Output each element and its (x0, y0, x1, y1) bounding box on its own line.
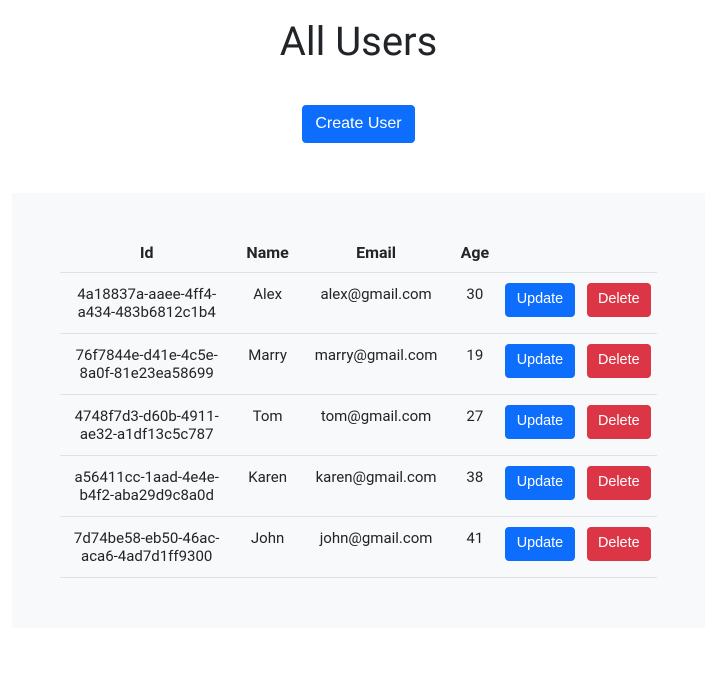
cell-name: John (233, 517, 301, 578)
page-title: All Users (0, 18, 717, 65)
cell-delete: Delete (581, 456, 657, 517)
cell-id: 76f7844e-d41e-4c5e-8a0f-81e23ea58699 (60, 334, 233, 395)
update-button[interactable]: Update (505, 344, 574, 378)
cell-id: 7d74be58-eb50-46ac-aca6-4ad7d1ff9300 (60, 517, 233, 578)
header-delete (581, 233, 657, 273)
cell-name: Tom (233, 395, 301, 456)
cell-delete: Delete (581, 517, 657, 578)
update-button[interactable]: Update (505, 283, 574, 317)
cell-email: marry@gmail.com (302, 334, 450, 395)
cell-update: Update (499, 334, 580, 395)
table-row: 7d74be58-eb50-46ac-aca6-4ad7d1ff9300John… (60, 517, 657, 578)
cell-id: 4a18837a-aaee-4ff4-a434-483b6812c1b4 (60, 273, 233, 334)
table-row: a56411cc-1aad-4e4e-b4f2-aba29d9c8a0dKare… (60, 456, 657, 517)
cell-age: 38 (450, 456, 499, 517)
header-update (499, 233, 580, 273)
table-row: 4a18837a-aaee-4ff4-a434-483b6812c1b4Alex… (60, 273, 657, 334)
cell-name: Alex (233, 273, 301, 334)
cell-name: Marry (233, 334, 301, 395)
users-table: Id Name Email Age 4a18837a-aaee-4ff4-a43… (60, 233, 657, 578)
cell-email: karen@gmail.com (302, 456, 450, 517)
delete-button[interactable]: Delete (587, 527, 651, 561)
table-row: 76f7844e-d41e-4c5e-8a0f-81e23ea58699Marr… (60, 334, 657, 395)
cell-delete: Delete (581, 334, 657, 395)
cell-email: alex@gmail.com (302, 273, 450, 334)
cell-delete: Delete (581, 395, 657, 456)
delete-button[interactable]: Delete (587, 344, 651, 378)
cell-update: Update (499, 395, 580, 456)
delete-button[interactable]: Delete (587, 466, 651, 500)
cell-age: 19 (450, 334, 499, 395)
cell-age: 27 (450, 395, 499, 456)
header-email: Email (302, 233, 450, 273)
update-button[interactable]: Update (505, 466, 574, 500)
delete-button[interactable]: Delete (587, 283, 651, 317)
cell-update: Update (499, 517, 580, 578)
table-row: 4748f7d3-d60b-4911-ae32-a1df13c5c787Tomt… (60, 395, 657, 456)
cell-update: Update (499, 273, 580, 334)
update-button[interactable]: Update (505, 405, 574, 439)
cell-update: Update (499, 456, 580, 517)
header-name: Name (233, 233, 301, 273)
header-age: Age (450, 233, 499, 273)
cell-name: Karen (233, 456, 301, 517)
cell-age: 30 (450, 273, 499, 334)
users-card: Id Name Email Age 4a18837a-aaee-4ff4-a43… (12, 193, 705, 628)
cell-delete: Delete (581, 273, 657, 334)
cell-id: a56411cc-1aad-4e4e-b4f2-aba29d9c8a0d (60, 456, 233, 517)
create-user-button[interactable]: Create User (302, 105, 414, 143)
update-button[interactable]: Update (505, 527, 574, 561)
cell-email: john@gmail.com (302, 517, 450, 578)
header-id: Id (60, 233, 233, 273)
delete-button[interactable]: Delete (587, 405, 651, 439)
cell-age: 41 (450, 517, 499, 578)
cell-id: 4748f7d3-d60b-4911-ae32-a1df13c5c787 (60, 395, 233, 456)
cell-email: tom@gmail.com (302, 395, 450, 456)
